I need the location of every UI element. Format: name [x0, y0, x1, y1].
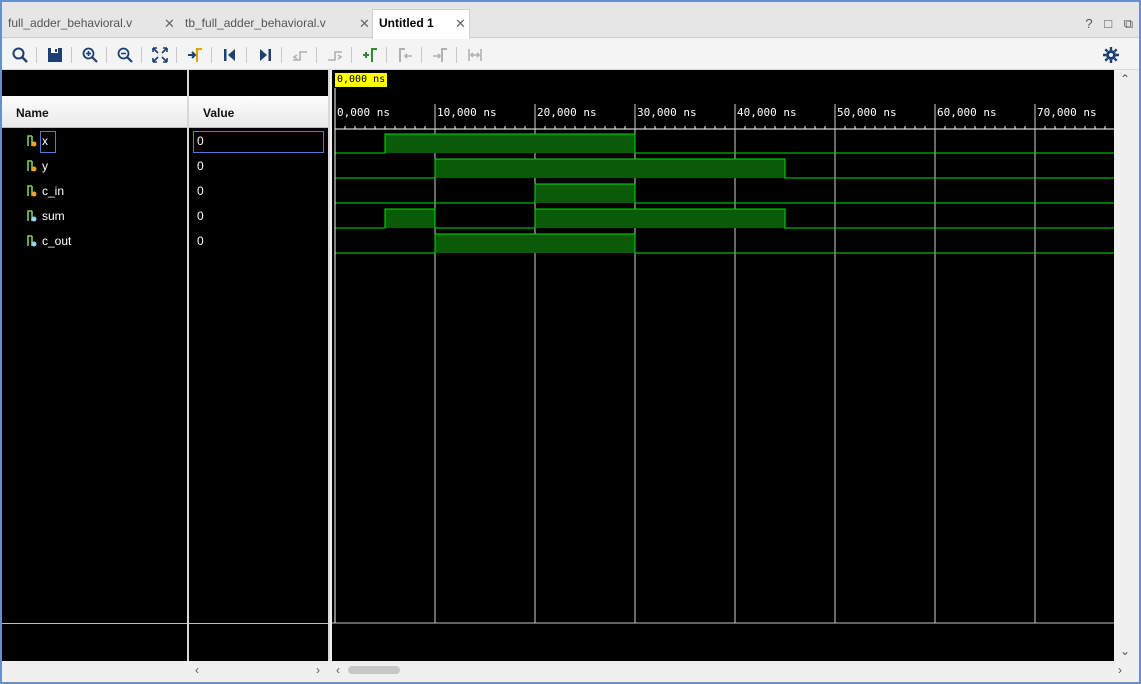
add-marker-icon[interactable] — [360, 45, 380, 65]
scroll-down-icon[interactable]: ⌄ — [1120, 644, 1130, 658]
tab-label: Untitled 1 — [379, 16, 434, 30]
close-icon[interactable]: ✕ — [359, 16, 370, 32]
scroll-left-icon[interactable]: ‹ — [195, 663, 199, 677]
ruler-tick-label: 40,000 ns — [737, 106, 797, 119]
zoom-out-icon[interactable] — [115, 45, 135, 65]
signal-value: 0 — [197, 159, 204, 173]
signal-name: y — [42, 159, 48, 173]
close-icon[interactable]: ✕ — [455, 16, 466, 32]
ruler-tick-label: 10,000 ns — [437, 106, 497, 119]
value-horizontal-scrollbar[interactable]: ‹ › — [189, 661, 328, 681]
scroll-up-icon[interactable]: ⌃ — [1120, 72, 1130, 86]
output-signal-icon — [27, 210, 37, 222]
value-selection-box — [193, 131, 324, 153]
signal-value-panel: Value 0 0 0 0 0 — [189, 70, 328, 681]
previous-marker-icon[interactable] — [395, 45, 415, 65]
input-signal-icon — [27, 135, 37, 147]
signal-row-sum[interactable]: sum — [26, 205, 176, 230]
scroll-thumb[interactable] — [348, 666, 400, 674]
value-row-c-in[interactable]: 0 — [189, 180, 328, 205]
waveform-toolbar — [2, 39, 1139, 70]
signal-name: sum — [42, 209, 65, 223]
column-splitter[interactable] — [328, 70, 330, 661]
tab-bar: full_adder_behavioral.v ✕ tb_full_adder_… — [2, 2, 1139, 39]
signal-row-c-out[interactable]: c_out — [26, 230, 176, 255]
swap-cursors-icon[interactable] — [465, 45, 485, 65]
signal-value: 0 — [197, 184, 204, 198]
wave-horizontal-scrollbar[interactable]: ‹ › — [332, 661, 1139, 681]
scroll-right-icon[interactable]: › — [1118, 663, 1122, 677]
waveform-window: full_adder_behavioral.v ✕ tb_full_adder_… — [0, 0, 1141, 684]
restore-icon[interactable]: □ — [1104, 16, 1112, 31]
window-controls: ? □ ⧉ — [1077, 16, 1133, 32]
value-row-c-out[interactable]: 0 — [189, 230, 328, 255]
ruler-tick-label: 60,000 ns — [937, 106, 997, 119]
float-icon[interactable]: ⧉ — [1124, 16, 1133, 31]
wave-high-region — [535, 184, 635, 203]
wave-high-region — [385, 134, 635, 153]
input-signal-icon — [27, 185, 37, 197]
wave-high-region — [535, 209, 785, 228]
previous-transition-icon[interactable] — [290, 45, 310, 65]
waveform-plot: 0,000 ns 10,000 ns 20,000 ns 30,000 ns 40,00… — [332, 88, 1114, 624]
tab-full-adder-behavioral[interactable]: full_adder_behavioral.v ✕ — [2, 10, 178, 38]
ruler-tick-label: 30,000 ns — [637, 106, 697, 119]
name-selection-box — [40, 131, 56, 153]
help-icon[interactable]: ? — [1085, 16, 1092, 31]
next-transition-icon[interactable] — [325, 45, 345, 65]
close-icon[interactable]: ✕ — [164, 16, 175, 32]
divider — [189, 623, 328, 624]
value-row-sum[interactable]: 0 — [189, 205, 328, 230]
signal-name: c_out — [42, 234, 72, 248]
settings-icon[interactable] — [1101, 45, 1121, 65]
go-to-cursor-icon[interactable] — [185, 45, 205, 65]
waveform-canvas[interactable]: 0,000 ns 10,000 ns 20,000 ns 30,000 ns 40,00… — [332, 70, 1139, 661]
go-to-last-time-icon[interactable] — [255, 45, 275, 65]
signal-row-y[interactable]: y — [26, 155, 176, 180]
vertical-scrollbar[interactable]: ⌃ ⌄ — [1114, 70, 1139, 661]
signal-value: 0 — [197, 209, 204, 223]
wave-high-region — [385, 209, 435, 228]
value-row-y[interactable]: 0 — [189, 155, 328, 180]
value-column-header[interactable]: Value — [189, 96, 328, 128]
tab-tb-full-adder-behavioral[interactable]: tb_full_adder_behavioral.v ✕ — [179, 10, 371, 38]
signal-name: c_in — [42, 184, 65, 198]
waveform-c_in — [335, 183, 1114, 204]
tab-label: full_adder_behavioral.v — [8, 16, 133, 30]
scroll-right-icon[interactable]: › — [316, 663, 320, 677]
save-icon[interactable] — [45, 45, 65, 65]
signal-name-panel: Name x y c_in sum c_out — [2, 70, 187, 681]
next-marker-icon[interactable] — [430, 45, 450, 65]
tab-label: tb_full_adder_behavioral.v — [185, 16, 326, 30]
name-column-header[interactable]: Name — [2, 96, 187, 128]
input-signal-icon — [27, 160, 37, 172]
wave-high-region — [435, 159, 785, 178]
cursor-time-label[interactable]: 0,000 ns — [335, 73, 388, 87]
ruler-tick-label: 50,000 ns — [837, 106, 897, 119]
zoom-fit-icon[interactable] — [150, 45, 170, 65]
output-signal-icon — [27, 235, 37, 247]
zoom-in-icon[interactable] — [80, 45, 100, 65]
name-panel-footer — [2, 661, 187, 681]
ruler-tick-label: 20,000 ns — [537, 106, 597, 119]
tab-untitled-1[interactable]: Untitled 1 ✕ — [372, 9, 470, 39]
go-to-time-zero-icon[interactable] — [220, 45, 240, 65]
ruler-tick-label: 0,000 ns — [337, 106, 390, 119]
search-icon[interactable] — [10, 45, 30, 65]
wave-high-region — [435, 234, 635, 253]
signal-value: 0 — [197, 234, 204, 248]
ruler-tick-label: 70,000 ns — [1037, 106, 1097, 119]
scroll-left-icon[interactable]: ‹ — [336, 663, 340, 677]
divider — [2, 623, 187, 624]
signal-row-c-in[interactable]: c_in — [26, 180, 176, 205]
